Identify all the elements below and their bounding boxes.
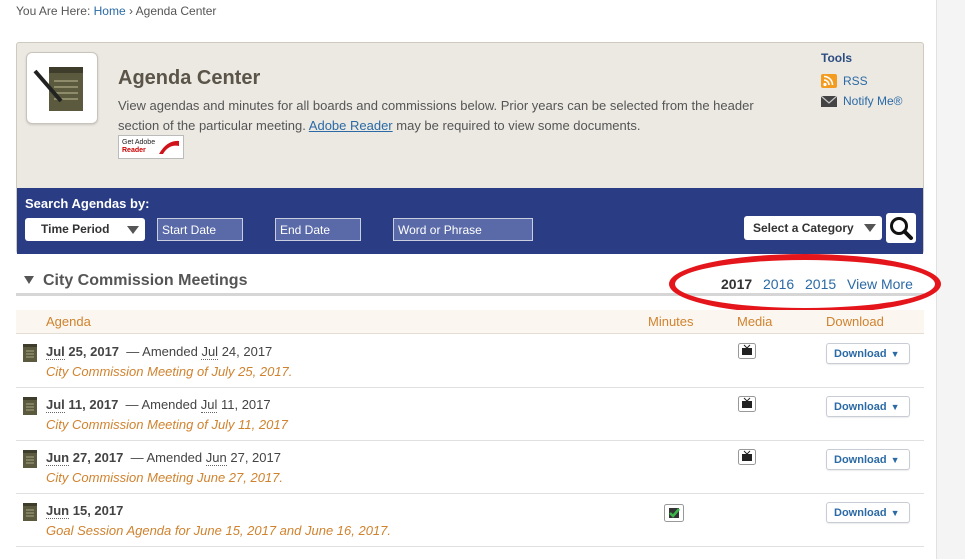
page-right-gutter (936, 0, 965, 559)
breadcrumb-home-link[interactable]: Home (94, 4, 126, 18)
table-header: Agenda Minutes Media Download (16, 310, 924, 334)
start-date-input[interactable]: Start Date (157, 218, 243, 241)
agenda-date: Jul 25, 2017 — Amended Jul 24, 2017 (46, 344, 273, 360)
video-media-icon[interactable] (738, 343, 756, 359)
download-button[interactable]: Download ▼ (826, 502, 910, 523)
get-adobe-reader-badge[interactable]: Get Adobe Reader (118, 135, 184, 159)
amended-label: — Amended (126, 344, 198, 359)
agenda-date: Jun 15, 2017 (46, 503, 124, 519)
date-day-year: 15, 2017 (72, 503, 124, 518)
notify-me-label: Notify Me® (843, 94, 903, 108)
minutes-checkmark-icon[interactable] (664, 504, 684, 522)
table-row: Jun 15, 2017 Goal Session Agenda for Jun… (16, 494, 924, 547)
date-month: Jun (46, 503, 70, 519)
download-button[interactable]: Download ▼ (826, 343, 910, 364)
agenda-center-panel: Agenda Center View agendas and minutes f… (16, 42, 924, 254)
col-download: Download (826, 314, 884, 329)
download-button[interactable]: Download ▼ (826, 396, 910, 417)
download-label: Download (834, 454, 887, 466)
video-media-icon[interactable] (738, 449, 756, 465)
date-day-year: 11, 2017 (68, 397, 119, 412)
col-agenda: Agenda (46, 314, 91, 329)
adobe-swoosh-icon (159, 140, 179, 154)
date-month: Jun (46, 450, 70, 466)
page-description: View agendas and minutes for all boards … (118, 96, 798, 136)
col-media: Media (737, 314, 773, 329)
time-period-select[interactable]: Time Period (25, 218, 145, 241)
end-date-input[interactable]: End Date (275, 218, 361, 241)
download-label: Download (834, 348, 887, 360)
amended-month: Jul (200, 397, 218, 413)
amended-label: — Amended (125, 397, 198, 412)
tools-panel: Tools RSS Notify Me® (821, 51, 921, 111)
description-text-end: may be required to view some documents. (396, 118, 641, 133)
notepad-logo-icon (26, 52, 98, 124)
agenda-document-icon (23, 397, 37, 415)
highlight-circle-annotation (669, 254, 941, 314)
search-button[interactable] (886, 213, 916, 243)
amended-label: — Amended (130, 450, 203, 465)
search-icon (890, 217, 913, 240)
download-label: Download (834, 507, 887, 519)
envelope-icon (821, 95, 837, 107)
agenda-date: Jul 11, 2017 — Amended Jul 11, 2017 (46, 397, 271, 413)
amended-day-year: 11, 2017 (220, 397, 271, 412)
date-month: Jul (46, 397, 65, 413)
col-minutes: Minutes (648, 314, 694, 329)
caret-down-icon: ▼ (890, 508, 900, 518)
notify-me-link[interactable]: Notify Me® (821, 91, 921, 111)
rss-icon (821, 74, 837, 88)
caret-down-icon: ▼ (890, 402, 900, 412)
amended-month: Jul (201, 344, 219, 360)
table-row: Jul 25, 2017 — Amended Jul 24, 2017 City… (16, 335, 924, 388)
date-day-year: 27, 2017 (72, 450, 124, 465)
amended-day-year: 27, 2017 (230, 450, 281, 465)
amended-day-year: 24, 2017 (221, 344, 273, 359)
category-label: Select a Category (753, 221, 854, 235)
time-period-label: Time Period (41, 222, 110, 236)
date-month: Jul (46, 344, 65, 360)
agenda-document-icon (23, 344, 37, 362)
table-row: Jun 27, 2017 — Amended Jun 27, 2017 City… (16, 441, 924, 494)
breadcrumb-current: Agenda Center (135, 4, 217, 18)
agenda-title-link[interactable]: City Commission Meeting June 27, 2017. (46, 470, 283, 485)
breadcrumb-separator: › (128, 4, 133, 18)
agenda-document-icon (23, 503, 37, 521)
chevron-down-icon (864, 224, 876, 232)
category-select[interactable]: Select a Category (744, 216, 882, 240)
agenda-document-icon (23, 450, 37, 468)
section-title: City Commission Meetings (43, 272, 248, 289)
chevron-down-icon (127, 226, 139, 234)
caret-down-icon: ▼ (890, 349, 900, 359)
video-media-icon[interactable] (738, 396, 756, 412)
amended-month: Jun (205, 450, 227, 466)
word-phrase-input[interactable]: Word or Phrase (393, 218, 533, 241)
agenda-date: Jun 27, 2017 — Amended Jun 27, 2017 (46, 450, 281, 466)
agenda-title-link[interactable]: Goal Session Agenda for June 15, 2017 an… (46, 523, 391, 538)
page-title: Agenda Center (118, 67, 261, 89)
adobe-reader-link[interactable]: Adobe Reader (309, 118, 393, 133)
collapse-triangle-icon[interactable] (24, 276, 34, 284)
caret-down-icon: ▼ (890, 455, 900, 465)
download-button[interactable]: Download ▼ (826, 449, 910, 470)
breadcrumb: You Are Here: Home › Agenda Center (16, 4, 216, 18)
agenda-title-link[interactable]: City Commission Meeting of July 11, 2017 (46, 417, 288, 432)
breadcrumb-prefix: You Are Here: (16, 4, 91, 18)
tools-title: Tools (821, 51, 853, 65)
table-row: Jul 11, 2017 — Amended Jul 11, 2017 City… (16, 388, 924, 441)
agenda-title-link[interactable]: City Commission Meeting of July 25, 2017… (46, 364, 292, 379)
date-day-year: 25, 2017 (68, 344, 120, 359)
search-bar: Search Agendas by: Time Period Start Dat… (17, 188, 923, 254)
rss-label: RSS (843, 74, 868, 88)
rss-link[interactable]: RSS (821, 71, 921, 91)
search-label: Search Agendas by: (25, 196, 150, 211)
download-label: Download (834, 401, 887, 413)
